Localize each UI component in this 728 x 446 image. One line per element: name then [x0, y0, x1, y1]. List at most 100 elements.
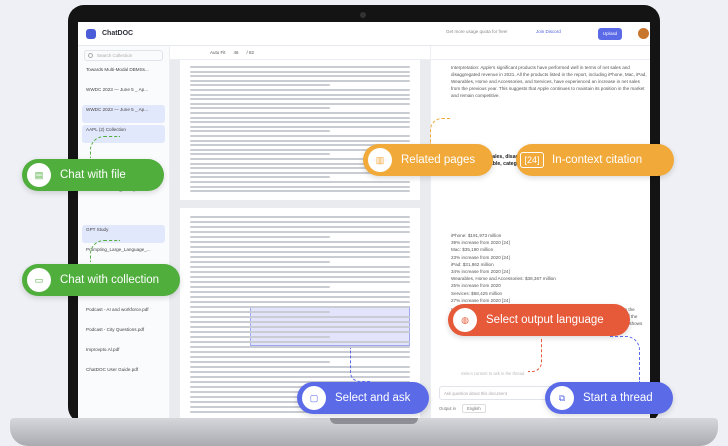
list-item[interactable]	[82, 205, 165, 223]
text-line	[190, 153, 330, 156]
text-line	[190, 66, 410, 68]
language-select[interactable]: English	[462, 404, 486, 413]
list-item[interactable]: Towards Multi-Modal DBMSs...	[82, 65, 165, 83]
list-item[interactable]: ChatDOC User Guide.pdf	[82, 365, 165, 383]
text-line	[190, 321, 410, 323]
text-line	[190, 181, 410, 183]
camera	[360, 12, 366, 18]
connector	[430, 118, 450, 144]
connector	[350, 348, 370, 382]
answer-text: Interpretation: Apple's significant prod…	[451, 65, 647, 98]
top-bar: ChatDOC Get more usage quota for free! J…	[78, 22, 650, 46]
text-line	[190, 221, 410, 223]
callout-label: In-context citation	[552, 154, 643, 166]
text-line	[190, 70, 410, 73]
pdf-page	[180, 60, 420, 200]
text-line	[190, 296, 410, 298]
page-total: / 82	[246, 50, 255, 55]
text-line	[190, 135, 410, 137]
promo-link[interactable]: Get more usage quota for free!	[446, 29, 508, 34]
answer-line: iPad: $31,862 million	[451, 261, 494, 267]
text-line	[190, 125, 410, 128]
text-line	[190, 271, 410, 273]
text-line	[190, 256, 410, 258]
text-line	[190, 102, 410, 105]
file-list: Towards Multi-Modal DBMSs... WWDC 2023 — …	[78, 65, 169, 383]
text-line	[190, 306, 410, 308]
answer-line: 25% increase from 2020	[451, 283, 501, 289]
answer-line: iPhone: $191,973 million	[451, 233, 502, 238]
list-item[interactable]: WWDC 2023 — June 5 _ Ap...	[82, 105, 165, 123]
text-line	[190, 366, 410, 368]
list-item[interactable]: Improvpto.Al.pdf	[82, 345, 165, 363]
text-line	[190, 185, 410, 188]
search-input[interactable]: Search Collection	[84, 50, 163, 61]
file-name: WWDC 2023 — June 5 _ Ap...	[86, 87, 149, 92]
text-line	[190, 361, 330, 363]
chat-header	[431, 46, 650, 60]
pdf-viewer[interactable]	[170, 60, 430, 418]
pdf-file-icon: ▤	[27, 163, 51, 187]
text-line	[190, 190, 410, 193]
text-line	[190, 226, 410, 228]
text-line	[190, 351, 410, 353]
laptop-base	[10, 418, 718, 446]
text-line	[190, 261, 330, 263]
text-line	[190, 336, 330, 338]
callout-label: Chat with file	[60, 169, 126, 181]
page-number[interactable]: 46	[234, 50, 239, 55]
connector	[610, 336, 640, 382]
avatar[interactable]	[638, 28, 649, 39]
text-line	[190, 98, 410, 101]
callout-label: Chat with collection	[60, 274, 160, 286]
text-line	[190, 251, 410, 253]
callout-label: Select and ask	[335, 392, 411, 404]
file-name: Improvpto.Al.pdf	[86, 347, 120, 352]
text-line	[190, 231, 410, 233]
text-line	[190, 266, 410, 268]
text-line	[190, 341, 410, 343]
output-language-row: Output in English	[439, 404, 486, 413]
answer-line: 23% increase from 2020 [24]	[451, 254, 510, 260]
answer-line: Mac: $35,190 million	[451, 247, 494, 253]
text-line	[190, 291, 410, 293]
text-line	[190, 286, 330, 288]
text-line	[190, 376, 410, 378]
callout-label: Related pages	[401, 154, 476, 166]
file-name: Podcast - AI and workforce.pdf	[86, 307, 149, 312]
thread-hint: Select content to ask in the thread	[461, 371, 525, 376]
text-line	[190, 139, 410, 142]
callout-label: Start a thread	[583, 392, 653, 404]
answer-line: Wearables, Home and Accessories: $38,367…	[451, 276, 556, 282]
text-line	[190, 246, 410, 248]
upload-button[interactable]: Upload	[598, 28, 622, 40]
answer-line: Services: $68,425 million	[451, 290, 503, 296]
text-line	[190, 281, 410, 283]
text-line	[190, 89, 410, 91]
list-item[interactable]: Podcast - City Questions.pdf	[82, 325, 165, 343]
logo-icon	[86, 28, 96, 39]
text-line	[190, 79, 410, 82]
file-name: ChatDOC User Guide.pdf	[86, 367, 139, 372]
folder-icon: ▭	[27, 268, 51, 292]
answer-line: 39% increase from 2020 [24]	[451, 240, 510, 246]
zoom-select[interactable]: Auto Fit	[210, 50, 226, 55]
list-item[interactable]: GPT Study	[82, 225, 165, 243]
select-and-ask-callout: ▢ Select and ask	[297, 382, 429, 414]
discord-link[interactable]: Join Discord	[536, 29, 561, 34]
text-line	[190, 75, 410, 78]
search-icon	[88, 53, 93, 58]
text-line	[190, 112, 410, 114]
citation-callout: [24] In-context citation	[516, 144, 674, 176]
file-name: GPT Study	[86, 227, 109, 232]
text-line	[190, 311, 330, 313]
output-language-callout: ◍ Select output language	[448, 304, 630, 336]
callout-label: Select output language	[486, 314, 604, 326]
text-line	[190, 107, 330, 110]
file-name: WWDC 2023 — June 5 _ Ap...	[86, 107, 149, 112]
list-item[interactable]: Podcast - AI and workforce.pdf	[82, 305, 165, 323]
file-name: Podcast - City Questions.pdf	[86, 327, 145, 332]
list-item[interactable]: WWDC 2023 — June 5 _ Ap...	[82, 85, 165, 103]
text-line	[190, 121, 410, 124]
text-line	[190, 116, 410, 119]
